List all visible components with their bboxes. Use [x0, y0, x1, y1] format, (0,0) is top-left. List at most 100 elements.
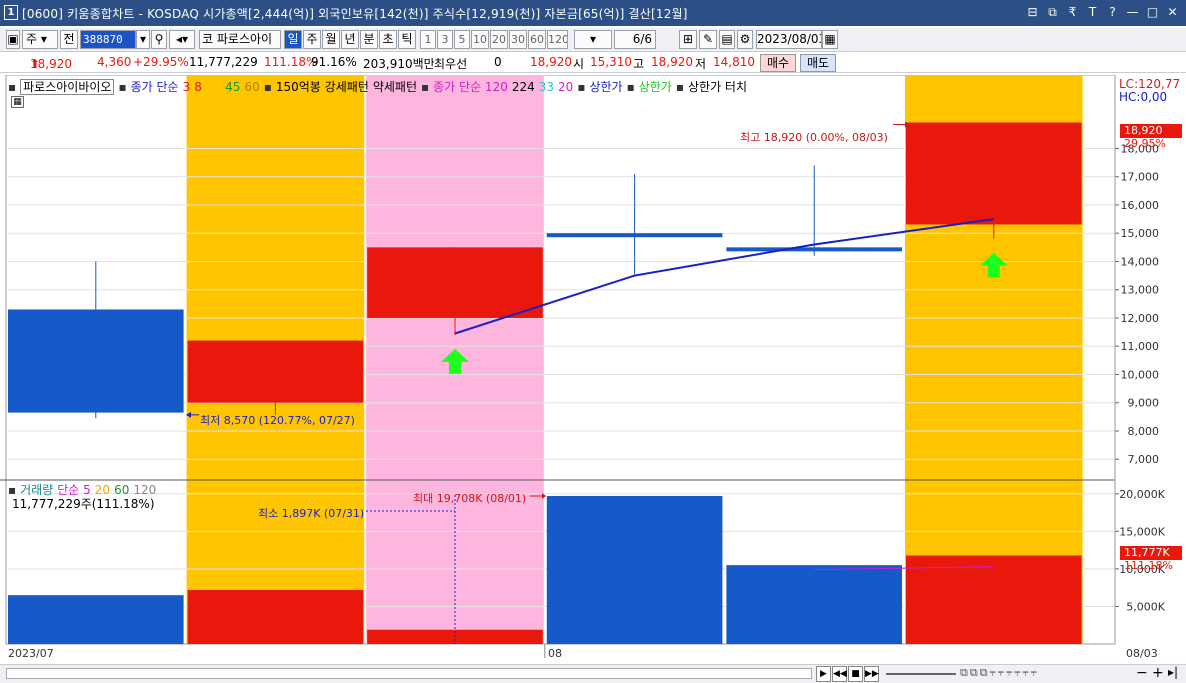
candle-body-2 — [367, 247, 543, 318]
candle-body-5 — [906, 122, 1082, 225]
low-label: 저 — [695, 57, 707, 71]
candle-body-0 — [8, 309, 184, 413]
chart-area[interactable]: 7,000 8,000 9,000 10,000 11,000 12,000 13,000 1… — [0, 75, 1186, 665]
high-annotation: 최고 18,920 (0.00%, 08/03) — [740, 131, 888, 144]
price-tick-label: 16,000 — [1121, 199, 1160, 212]
interval-tab-60[interactable]: 60 — [528, 30, 546, 49]
maximize-icon[interactable]: □ — [1145, 4, 1160, 20]
open-price: 15,310 — [590, 55, 632, 69]
turnover-pct: 91.16% — [311, 55, 357, 69]
bottom-tool-icons[interactable]: ⧉⧉⧉⫧⫧⫧⫧⫧⫧ — [960, 666, 1039, 680]
interval-tab-10[interactable]: 10 — [471, 30, 489, 49]
high-label: 고 — [633, 57, 645, 71]
open-label: 시 — [573, 57, 585, 71]
volume-pct: 111.18% — [264, 55, 318, 69]
period-tab-3[interactable]: 년 — [341, 30, 359, 49]
speaker-icon[interactable]: ◂▾ — [169, 30, 195, 49]
toolbar: ▣ 주 ▾ 전 388870 ▾ ⚲ ◂▾ 코 파로스아이 ▾ 6/6 ⊞ ✎ … — [0, 28, 1186, 52]
window-title: [0600] 키움종합차트 - KOSDAQ 시가총액[2,444(억)] 외국… — [22, 7, 688, 21]
layout-icon[interactable]: ⊟ — [1025, 4, 1040, 20]
zoom-out-icon[interactable]: − — [1136, 665, 1148, 681]
save-icon[interactable]: ▤ — [719, 30, 735, 49]
stock-name[interactable]: 코 파로스아이 — [199, 30, 281, 49]
interval-tab-3[interactable]: 3 — [437, 30, 453, 49]
interval-tab-20[interactable]: 20 — [490, 30, 508, 49]
period-tab-4[interactable]: 분 — [360, 30, 378, 49]
horizontal-scrollbar[interactable] — [6, 668, 812, 679]
jeon-button[interactable]: 전 — [60, 30, 78, 49]
zoom-slider[interactable] — [886, 673, 956, 675]
search-icon[interactable]: ⚲ — [151, 30, 167, 49]
window-buttons: ⊟ ⧉ ₹ T ? — □ ✕ — [1025, 4, 1180, 20]
period-tab-2[interactable]: 월 — [322, 30, 340, 49]
grid-icon[interactable]: ▦ — [11, 96, 24, 108]
legend-marker-icon: ▪ — [118, 80, 127, 94]
pref-value: 0 — [494, 55, 502, 69]
price-legend: ▪ 파로스아이바이오 ▪ 종가 단순 3 8 15 45 60 ▪ 150억봉 강세패턴 약세패턴 ▪ 종… — [8, 78, 751, 95]
volume-bar-3 — [546, 495, 723, 644]
lc-label: LC:120,77 — [1119, 77, 1181, 91]
period-tab-0[interactable]: 일 — [284, 30, 302, 49]
draw-icon[interactable]: ✎ — [699, 30, 717, 49]
candle-body-1 — [187, 340, 364, 403]
scroll-right-icon[interactable]: ▶ — [816, 666, 831, 682]
interval-tab-30[interactable]: 30 — [509, 30, 527, 49]
legend-marker-icon: ▪ — [675, 80, 684, 94]
stop-icon[interactable]: ■ — [848, 666, 863, 682]
font-icon[interactable]: T — [1085, 4, 1100, 20]
rewind-icon[interactable]: ◀◀ — [832, 666, 847, 682]
legend-upper-touch: 상한가 터치 — [687, 80, 747, 94]
buy-button[interactable]: 매수 — [760, 54, 796, 72]
legend-pattern1: 150억봉 강세패턴 — [275, 80, 369, 94]
volume-bar-1 — [187, 589, 364, 644]
code-dropdown-icon[interactable]: ▾ — [136, 30, 150, 49]
sell-button[interactable]: 매도 — [800, 54, 836, 72]
legend-marker-icon: ▪ — [263, 80, 272, 94]
low-annotation: 최저 8,570 (120.77%, 07/27) — [200, 414, 355, 427]
legend-marker-icon: ▪ — [626, 80, 635, 94]
volume-bar-4 — [726, 565, 902, 644]
forward-icon[interactable]: ▶▶ — [864, 666, 879, 682]
price-tick-label: 14,000 — [1121, 255, 1160, 268]
volume-tick-label: 15,000K — [1119, 525, 1165, 538]
minimize-icon[interactable]: — — [1125, 4, 1140, 20]
candle-body-4 — [726, 247, 902, 252]
legend-close-simple: 종가 단순 — [130, 80, 179, 94]
code-input[interactable]: 388870 — [80, 30, 136, 49]
pin-icon[interactable]: ₹ — [1065, 4, 1080, 20]
interval-dropdown[interactable]: ▾ — [574, 30, 612, 49]
candlestick-chart[interactable]: 7,000 8,000 9,000 10,000 11,000 12,000 13,000 1… — [0, 75, 1186, 665]
legend-ma60: 60 — [244, 80, 260, 94]
price-change-pct: +29.95% — [133, 55, 189, 69]
interval-tab-1[interactable]: 1 — [420, 30, 436, 49]
stock-name-label: 파로스아이 — [216, 32, 273, 46]
restore-layout-icon[interactable]: ⧉ — [1045, 4, 1060, 20]
gear-icon[interactable]: ⚙ — [737, 30, 753, 49]
count-field[interactable]: 6/6 — [614, 30, 656, 49]
date-label-start: 2023/07 — [8, 647, 54, 660]
interval-tab-5[interactable]: 5 — [454, 30, 470, 49]
expand-icon[interactable]: ▸| — [1168, 665, 1178, 679]
interval-tab-120[interactable]: 120 — [547, 30, 568, 49]
indicator-icon[interactable]: ⊞ — [679, 30, 697, 49]
period-tab-1[interactable]: 주 — [303, 30, 321, 49]
chart-tool-icon[interactable]: ▣ — [6, 30, 20, 49]
zoom-in-icon[interactable]: + — [1152, 665, 1164, 681]
title-bar: 1 [0600] 키움종합차트 - KOSDAQ 시가총액[2,444(억)] … — [0, 0, 1186, 26]
price-tick-label: 11,000 — [1121, 340, 1160, 353]
period-tab-6[interactable]: 틱 — [398, 30, 416, 49]
current-price-pct: 29.95% — [1124, 137, 1166, 150]
price-tick-label: 15,000 — [1121, 227, 1160, 240]
calendar-icon[interactable]: ▦ — [822, 30, 838, 49]
legend-ma15: 15 — [205, 80, 222, 94]
legend-stock-name[interactable]: 파로스아이바이오 — [20, 79, 115, 95]
legend-marker-icon: ▪ — [421, 80, 430, 94]
date-field[interactable]: 2023/08/03 — [756, 30, 822, 49]
current-volume-tag: 11,777K — [1120, 546, 1182, 560]
help-icon[interactable]: ? — [1105, 4, 1120, 20]
period-tab-5[interactable]: 초 — [379, 30, 397, 49]
close-icon[interactable]: ✕ — [1165, 4, 1180, 20]
legend-ma8: 8 — [194, 80, 202, 94]
volume-bar-5 — [906, 555, 1082, 644]
type-select[interactable]: 주 ▾ — [22, 30, 58, 49]
